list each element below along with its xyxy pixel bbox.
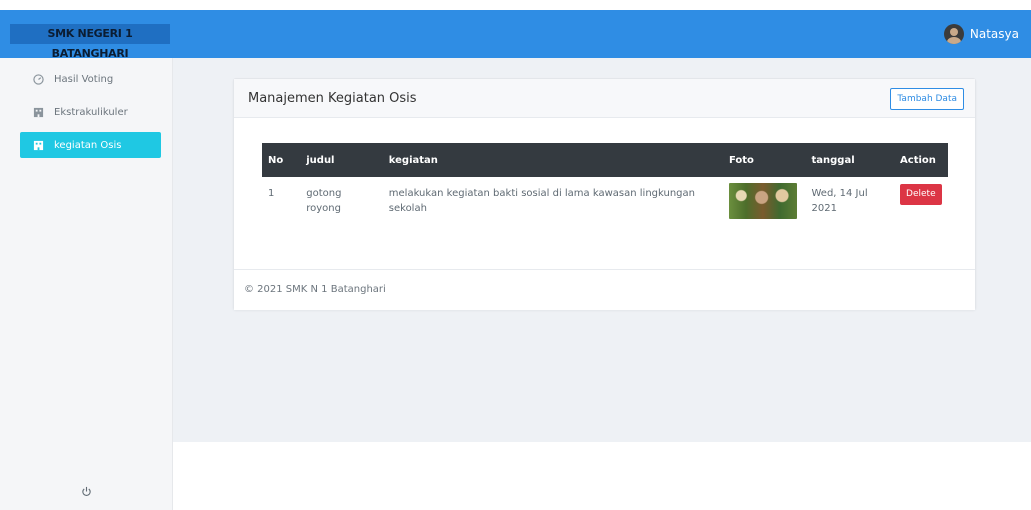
sidebar-item-label: kegiatan Osis (54, 139, 122, 151)
column-header-action: Action (900, 154, 936, 166)
copyright-text: © 2021 SMK N 1 Batanghari (244, 284, 386, 295)
table-row: 1 gotong royong melakukan kegiatan bakti… (262, 177, 948, 220)
column-header-tanggal: tanggal (811, 154, 855, 166)
cell-foto (723, 177, 806, 220)
user-menu[interactable]: Natasya (943, 24, 1019, 44)
activity-photo[interactable] (728, 183, 797, 219)
cell-action: Delete (894, 177, 948, 220)
kegiatan-card: Manajemen Kegiatan Osis Tambah Data No j… (233, 78, 976, 310)
sidebar-item-label: Ekstrakulikuler (54, 106, 128, 118)
column-header-judul: judul (306, 154, 335, 166)
column-header-kegiatan: kegiatan (388, 154, 438, 166)
kegiatan-table: No judul kegiatan Foto tanggal Action 1 … (262, 143, 948, 220)
table-header-row: No judul kegiatan Foto tanggal Action (262, 143, 948, 177)
sidebar-item-ekstrakulikuler[interactable]: Ekstrakulikuler (20, 99, 161, 125)
page-title: Manajemen Kegiatan Osis (248, 91, 417, 106)
add-data-button[interactable]: Tambah Data (890, 88, 964, 110)
column-header-foto: Foto (728, 154, 754, 166)
sidebar-item-label: Hasil Voting (54, 73, 114, 85)
avatar[interactable] (943, 24, 964, 44)
user-name[interactable]: Natasya (970, 27, 1019, 41)
column-header-no: No (268, 154, 284, 166)
cell-judul: gotong royong (306, 188, 342, 214)
delete-button[interactable]: Delete (900, 184, 942, 205)
gauge-icon (30, 73, 46, 85)
cell-tanggal: Wed, 14 Jul 2021 (811, 188, 868, 214)
building-icon (30, 107, 46, 118)
cell-no: 1 (268, 188, 275, 199)
card-header: Manajemen Kegiatan Osis Tambah Data (234, 79, 975, 118)
brand-logo[interactable]: SMK NEGERI 1 BATANGHARI (10, 24, 170, 60)
card-footer: © 2021 SMK N 1 Batanghari (234, 269, 975, 310)
power-icon[interactable] (0, 486, 172, 500)
building-icon (30, 140, 46, 151)
sidebar: Hasil Voting Ekstrakulikuler kegiatan Os… (0, 58, 173, 510)
sidebar-item-kegiatan-osis[interactable]: kegiatan Osis (20, 132, 161, 158)
cell-kegiatan: melakukan kegiatan bakti sosial di lama … (388, 188, 695, 214)
top-navbar: SMK NEGERI 1 BATANGHARI Natasya (0, 10, 1031, 60)
sidebar-item-hasil-voting[interactable]: Hasil Voting (20, 66, 161, 92)
